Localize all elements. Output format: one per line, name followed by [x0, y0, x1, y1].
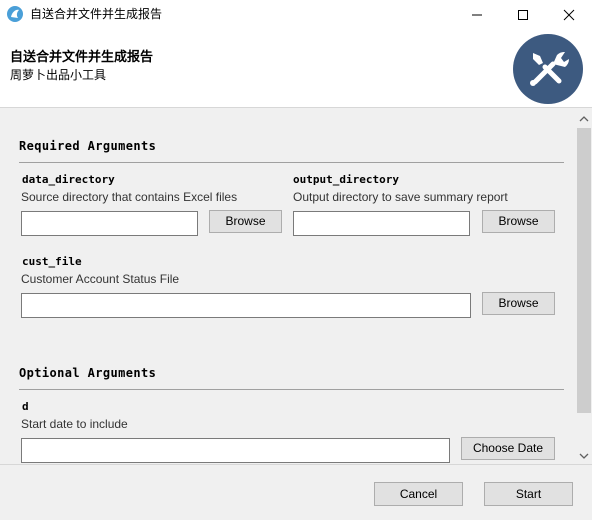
- required-heading: Required Arguments: [19, 139, 157, 153]
- maximize-button[interactable]: [500, 0, 546, 30]
- close-icon: [563, 9, 575, 21]
- cust-file-input[interactable]: [21, 293, 471, 318]
- optional-heading: Optional Arguments: [19, 366, 157, 380]
- app-logo-icon: [6, 5, 24, 23]
- window-title: 自送合并文件并生成报告: [30, 7, 163, 21]
- cust-file-label: cust_file: [22, 255, 82, 268]
- data-directory-help: Source directory that contains Excel fil…: [21, 190, 238, 204]
- program-subtitle: 周萝卜出品小工具: [10, 68, 107, 82]
- start-date-input[interactable]: [21, 438, 450, 463]
- output-directory-input[interactable]: [293, 211, 470, 236]
- arguments-panel: Required Arguments data_directory Source…: [0, 110, 576, 464]
- tools-icon: [513, 34, 583, 104]
- vertical-scrollbar[interactable]: [576, 110, 592, 464]
- d-label: d: [22, 400, 29, 413]
- close-button[interactable]: [546, 0, 592, 30]
- d-help: Start date to include: [21, 417, 128, 431]
- minimize-button[interactable]: [454, 0, 500, 30]
- title-bar: 自送合并文件并生成报告: [0, 0, 592, 30]
- choose-date-button[interactable]: Choose Date: [461, 437, 555, 460]
- start-button[interactable]: Start: [484, 482, 573, 506]
- optional-divider: [19, 389, 564, 390]
- data-directory-browse-button[interactable]: Browse: [209, 210, 282, 233]
- footer-bar: Cancel Start: [0, 464, 592, 520]
- chevron-up-icon: [579, 115, 589, 121]
- cancel-button[interactable]: Cancel: [374, 482, 463, 506]
- chevron-down-icon: [579, 453, 589, 459]
- output-directory-browse-button[interactable]: Browse: [482, 210, 555, 233]
- data-directory-input[interactable]: [21, 211, 198, 236]
- maximize-icon: [518, 10, 528, 20]
- header-panel: 自送合并文件并生成报告 周萝卜出品小工具: [0, 30, 592, 108]
- cust-file-help: Customer Account Status File: [21, 272, 180, 286]
- minimize-icon: [472, 14, 482, 16]
- required-divider: [19, 162, 564, 163]
- scroll-up-button[interactable]: [576, 110, 592, 127]
- scroll-down-button[interactable]: [576, 447, 592, 464]
- program-title: 自送合并文件并生成报告: [10, 50, 154, 65]
- cust-file-browse-button[interactable]: Browse: [482, 292, 555, 315]
- data-directory-label: data_directory: [22, 173, 115, 186]
- output-directory-label: output_directory: [293, 173, 399, 186]
- output-directory-help: Output directory to save summary report: [293, 190, 508, 204]
- scrollbar-thumb[interactable]: [577, 128, 591, 413]
